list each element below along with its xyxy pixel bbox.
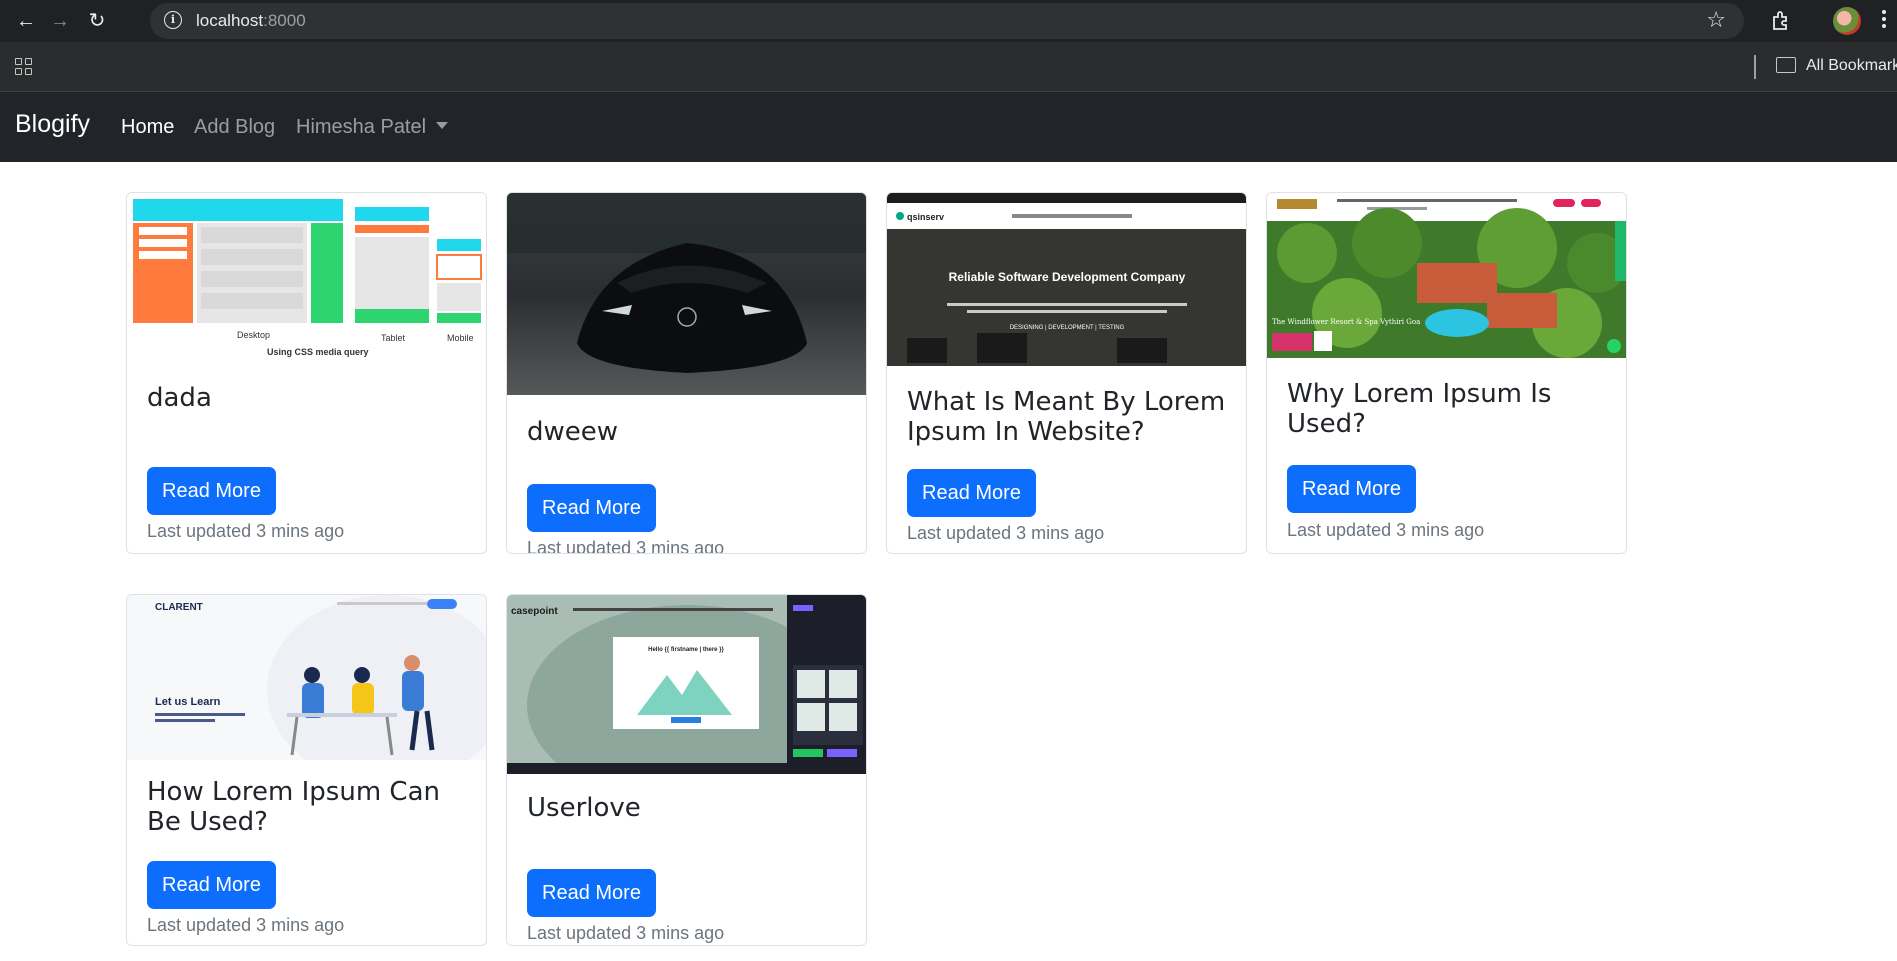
- last-updated-text: Last updated 3 mins ago: [1287, 520, 1485, 540]
- nav-user-dropdown[interactable]: Himesha Patel: [296, 116, 449, 139]
- thumb-headline: Reliable Software Development Company: [949, 270, 1186, 284]
- nav-home[interactable]: Home: [121, 116, 174, 139]
- site-info-icon[interactable]: i: [164, 11, 182, 29]
- thumb-tags: DESIGNING | DEVELOPMENT | TESTING: [1010, 325, 1125, 331]
- thumb-caption: The Windflower Resort & Spa Vythiri Goa: [1272, 318, 1420, 326]
- last-updated-text: Last updated 3 mins ago: [527, 923, 725, 943]
- card-thumbnail: [507, 193, 866, 395]
- card-title: Why Lorem Ipsum Is Used?: [1287, 379, 1552, 439]
- last-updated-text: Last updated 3 mins ago: [527, 538, 725, 554]
- back-icon[interactable]: ←: [14, 9, 38, 33]
- card-thumbnail: The Windflower Resort & Spa Vythiri Goa: [1267, 193, 1626, 358]
- read-more-button[interactable]: Read More: [147, 861, 276, 909]
- card-thumbnail: qsinserv Reliable Software Development C…: [887, 193, 1246, 366]
- card-title: What Is Meant By Lorem Ipsum In Website?: [907, 387, 1226, 447]
- thumb-label-tablet: Tablet: [381, 333, 406, 343]
- read-more-button[interactable]: Read More: [1287, 465, 1416, 513]
- profile-avatar[interactable]: [1833, 7, 1861, 35]
- blog-card: qsinserv Reliable Software Development C…: [886, 192, 1247, 554]
- url-text[interactable]: localhost:8000: [196, 11, 306, 31]
- blog-card: casepoint Hello {{ firstname | there }} …: [506, 594, 867, 946]
- read-more-button[interactable]: Read More: [527, 869, 656, 917]
- thumb-headline: Let us Learn: [155, 696, 221, 708]
- all-bookmarks-link[interactable]: All Bookmarks: [1806, 57, 1897, 75]
- bookmarks-bar: All Bookmarks: [0, 42, 1897, 92]
- thumb-label-desktop: Desktop: [237, 330, 270, 340]
- app-navbar: Blogify Home Add Blog Himesha Patel: [0, 92, 1897, 162]
- blog-card: Desktop Tablet Mobile Using CSS media qu…: [126, 192, 487, 554]
- card-title: dada: [147, 383, 212, 413]
- card-title: dweew: [527, 417, 619, 447]
- bookmark-star-icon[interactable]: ☆: [1706, 8, 1726, 32]
- thumb-label-note: Using CSS media query: [267, 347, 369, 357]
- card-thumbnail: casepoint Hello {{ firstname | there }}: [507, 595, 866, 774]
- thumb-popup-text: Hello {{ firstname | there }}: [648, 647, 724, 653]
- card-title: Userlove: [527, 793, 641, 823]
- chevron-down-icon: [436, 122, 449, 129]
- card-thumbnail: CLARENT Let us Learn: [127, 595, 486, 760]
- last-updated-text: Last updated 3 mins ago: [907, 523, 1105, 543]
- brand-logo[interactable]: Blogify: [15, 110, 90, 139]
- last-updated-text: Last updated 3 mins ago: [147, 915, 345, 935]
- read-more-button[interactable]: Read More: [527, 484, 656, 532]
- folder-icon: [1776, 57, 1796, 73]
- read-more-button[interactable]: Read More: [147, 467, 276, 515]
- thumb-brand-text: casepoint: [511, 606, 558, 617]
- last-updated-text: Last updated 3 mins ago: [147, 521, 345, 541]
- browser-toolbar: ← → ↻ i localhost:8000 ☆: [0, 0, 1897, 42]
- forward-icon[interactable]: →: [48, 9, 72, 33]
- blog-card: dweew Read More Last updated 3 mins ago: [506, 192, 867, 554]
- thumb-label-mobile: Mobile: [447, 333, 474, 343]
- nav-add-blog[interactable]: Add Blog: [194, 116, 275, 139]
- more-menu-icon[interactable]: [1880, 8, 1888, 34]
- card-title: How Lorem Ipsum Can Be Used?: [147, 777, 440, 837]
- apps-grid-icon[interactable]: [15, 58, 33, 76]
- address-bar[interactable]: i localhost:8000 ☆: [150, 3, 1744, 39]
- card-thumbnail: Desktop Tablet Mobile Using CSS media qu…: [127, 193, 486, 368]
- reload-icon[interactable]: ↻: [85, 9, 109, 33]
- bookmarks-divider: [1754, 55, 1756, 79]
- blog-card: The Windflower Resort & Spa Vythiri Goa …: [1266, 192, 1627, 554]
- blog-card: CLARENT Let us Learn How Lorem Ipsum Can…: [126, 594, 487, 946]
- extensions-icon[interactable]: [1770, 9, 1794, 33]
- read-more-button[interactable]: Read More: [907, 469, 1036, 517]
- thumb-brand-text: CLARENT: [155, 602, 203, 613]
- thumb-brand-text: qsinserv: [907, 212, 944, 222]
